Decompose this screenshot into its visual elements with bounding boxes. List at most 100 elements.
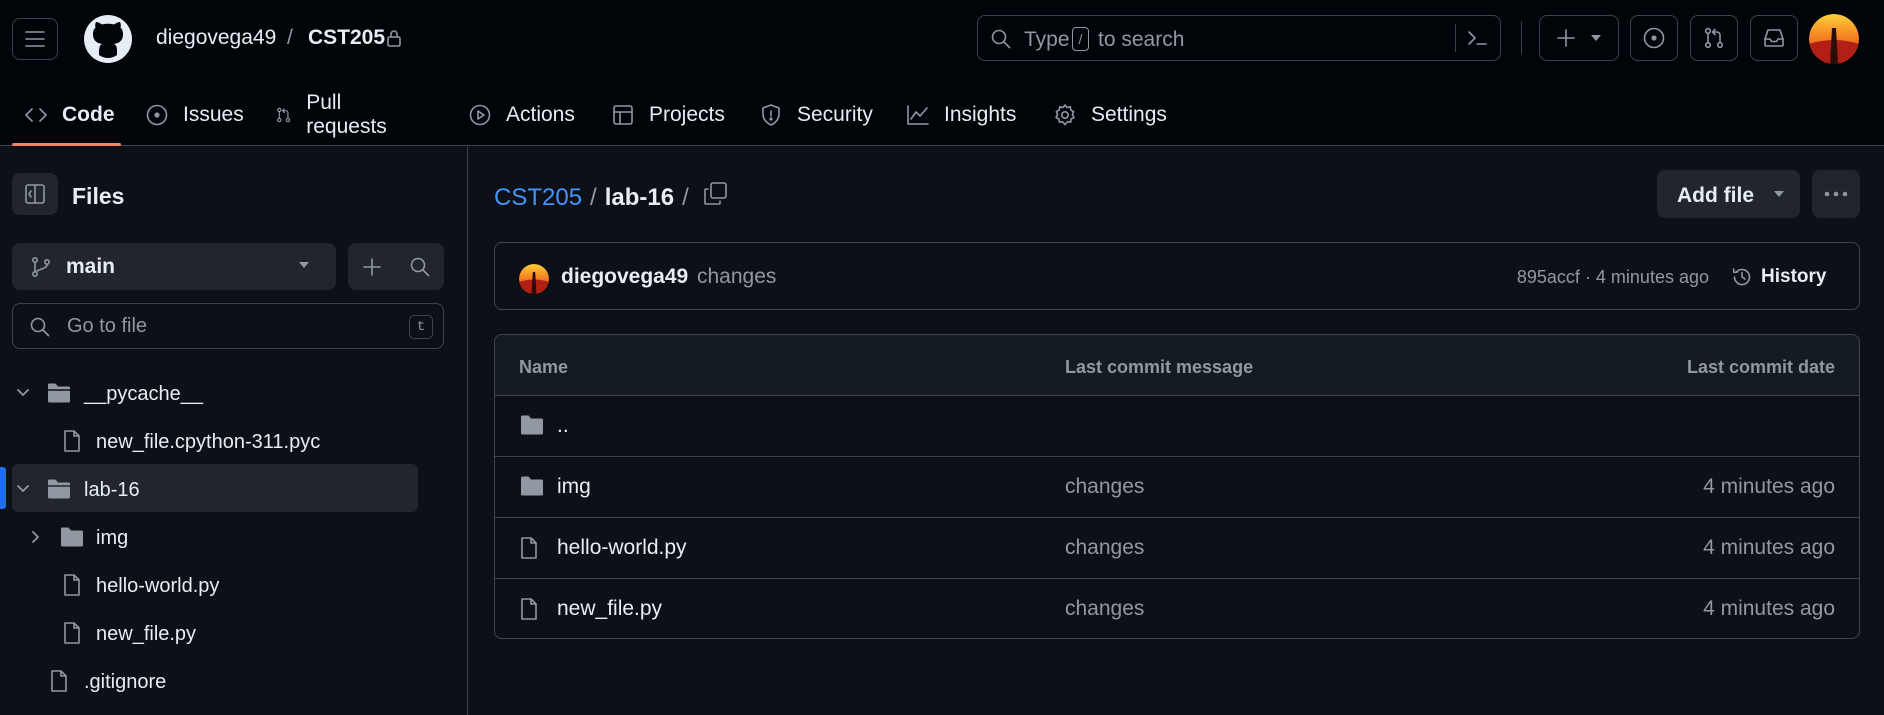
commit-message-link[interactable]: changes <box>1065 475 1144 499</box>
tree-item-new-file[interactable]: new_file.py <box>0 610 420 656</box>
add-file-tree-button[interactable] <box>348 243 396 290</box>
collapse-file-tree-button[interactable] <box>12 173 58 215</box>
create-new-button[interactable] <box>1539 15 1619 61</box>
triangle-down-icon <box>299 262 309 268</box>
tab-security-label: Security <box>797 103 873 126</box>
go-to-file-input[interactable] <box>67 315 407 338</box>
tab-actions-label: Actions <box>506 103 575 126</box>
commit-date: 4 minutes ago <box>1703 597 1835 620</box>
folder-icon <box>521 415 543 435</box>
branch-name: main <box>66 255 116 278</box>
commit-author-link[interactable]: diegovega49 <box>561 265 688 289</box>
file-name-link[interactable]: img <box>557 475 591 499</box>
table-row[interactable]: new_file.py changes 4 minutes ago <box>495 579 1859 638</box>
file-name-link[interactable]: hello-world.py <box>557 536 687 560</box>
search-icon <box>30 317 50 337</box>
search-divider <box>1455 24 1456 52</box>
copy-path-icon[interactable] <box>702 180 730 208</box>
triangle-down-icon <box>1774 191 1784 197</box>
history-button[interactable]: History <box>1731 259 1826 295</box>
tree-item-lab-16[interactable]: lab-16 <box>0 466 420 512</box>
search-code-button[interactable] <box>396 243 444 290</box>
git-branch-icon <box>31 256 51 278</box>
search-icon <box>410 257 430 276</box>
go-to-file-shortcut-key: t <box>409 315 433 339</box>
tab-settings[interactable]: Settings <box>1053 84 1167 146</box>
commit-sha-and-time[interactable]: 895accf · 4 minutes ago <box>1517 267 1709 288</box>
tree-item-pycache[interactable]: __pycache__ <box>0 370 420 416</box>
breadcrumb-current-dir: lab-16 <box>604 184 675 211</box>
branch-selector[interactable]: main <box>12 243 336 290</box>
code-icon <box>25 108 47 122</box>
your-issues-button[interactable] <box>1630 15 1678 61</box>
author-avatar[interactable] <box>519 264 549 294</box>
files-table: Name Last commit message Last commit dat… <box>494 334 1860 639</box>
commit-date: 4 minutes ago <box>1703 536 1835 559</box>
go-to-file-field[interactable]: t <box>12 303 444 349</box>
folder-open-icon <box>48 479 70 499</box>
table-row-parent-dir[interactable]: .. <box>495 396 1859 457</box>
file-name-link[interactable]: new_file.py <box>557 597 662 621</box>
tab-code[interactable]: Code <box>24 84 115 146</box>
file-tree-sidebar: Files main t <box>0 147 468 715</box>
open-menu-button[interactable] <box>12 18 58 60</box>
issue-opened-icon <box>1643 27 1665 49</box>
more-options-button[interactable] <box>1812 170 1860 218</box>
tab-actions[interactable]: Actions <box>468 84 575 146</box>
parent-dir-link[interactable]: .. <box>557 414 569 438</box>
tab-insights-label: Insights <box>944 103 1017 126</box>
column-header-message: Last commit message <box>1065 357 1254 377</box>
tree-item-img[interactable]: img <box>0 514 420 560</box>
commit-message-link[interactable]: changes <box>697 265 776 289</box>
chevron-down-icon[interactable] <box>15 483 31 495</box>
tree-item-label: lab-16 <box>84 479 140 501</box>
your-pull-requests-button[interactable] <box>1690 15 1738 61</box>
github-logo-icon[interactable] <box>83 14 133 64</box>
tree-item-hello-world[interactable]: hello-world.py <box>0 562 420 608</box>
git-pull-request-icon <box>277 107 291 123</box>
shield-icon <box>762 104 780 126</box>
table-row[interactable]: img changes 4 minutes ago <box>495 457 1859 518</box>
chevron-down-icon[interactable] <box>15 387 31 399</box>
file-icon <box>64 430 80 452</box>
breadcrumb-repo-link[interactable]: CST205 <box>494 184 582 212</box>
chevron-right-icon[interactable] <box>30 529 42 545</box>
repo-owner-link[interactable]: diegovega49 <box>156 26 276 50</box>
tab-projects-label: Projects <box>649 103 725 126</box>
notifications-inbox-button[interactable] <box>1750 15 1798 61</box>
file-icon <box>64 622 80 644</box>
tab-settings-label: Settings <box>1091 103 1167 126</box>
tab-insights[interactable]: Insights <box>906 84 1016 146</box>
header-divider <box>1521 22 1522 54</box>
triangle-down-icon <box>1591 35 1601 41</box>
commit-message-link[interactable]: changes <box>1065 597 1144 621</box>
tab-code-label: Code <box>62 103 115 126</box>
tree-item-label: hello-world.py <box>96 575 220 597</box>
add-file-button[interactable]: Add file <box>1657 170 1800 218</box>
column-header-date: Last commit date <box>1686 357 1835 377</box>
table-row[interactable]: hello-world.py changes 4 minutes ago <box>495 518 1859 579</box>
commit-message-link[interactable]: changes <box>1065 536 1144 560</box>
lock-icon <box>387 30 401 47</box>
file-icon <box>521 598 537 620</box>
tab-pull-requests[interactable]: Pull requests <box>275 84 394 146</box>
history-icon <box>1732 268 1751 286</box>
search-input[interactable]: Type / to search <box>977 15 1501 61</box>
tab-issues[interactable]: Issues <box>145 84 244 146</box>
user-avatar[interactable] <box>1809 14 1859 64</box>
tab-projects[interactable]: Projects <box>611 84 725 146</box>
graph-icon <box>907 105 929 125</box>
global-header: diegovega49 / CST205 Type / to search Co… <box>0 0 1884 146</box>
tree-item-gitignore[interactable]: .gitignore <box>0 658 420 704</box>
selected-tab-underline <box>12 143 121 146</box>
file-tree-actions <box>348 243 444 290</box>
repo-name-link[interactable]: CST205 <box>308 26 385 50</box>
folder-open-icon <box>48 383 70 403</box>
tree-item-new-file-pyc[interactable]: new_file.cpython-311.pyc <box>0 418 420 464</box>
hamburger-icon <box>25 31 45 47</box>
command-palette-icon[interactable] <box>1465 26 1489 50</box>
tab-security[interactable]: Security <box>759 84 873 146</box>
folder-icon <box>521 476 543 496</box>
play-icon <box>469 104 491 126</box>
issue-opened-icon <box>146 104 168 126</box>
